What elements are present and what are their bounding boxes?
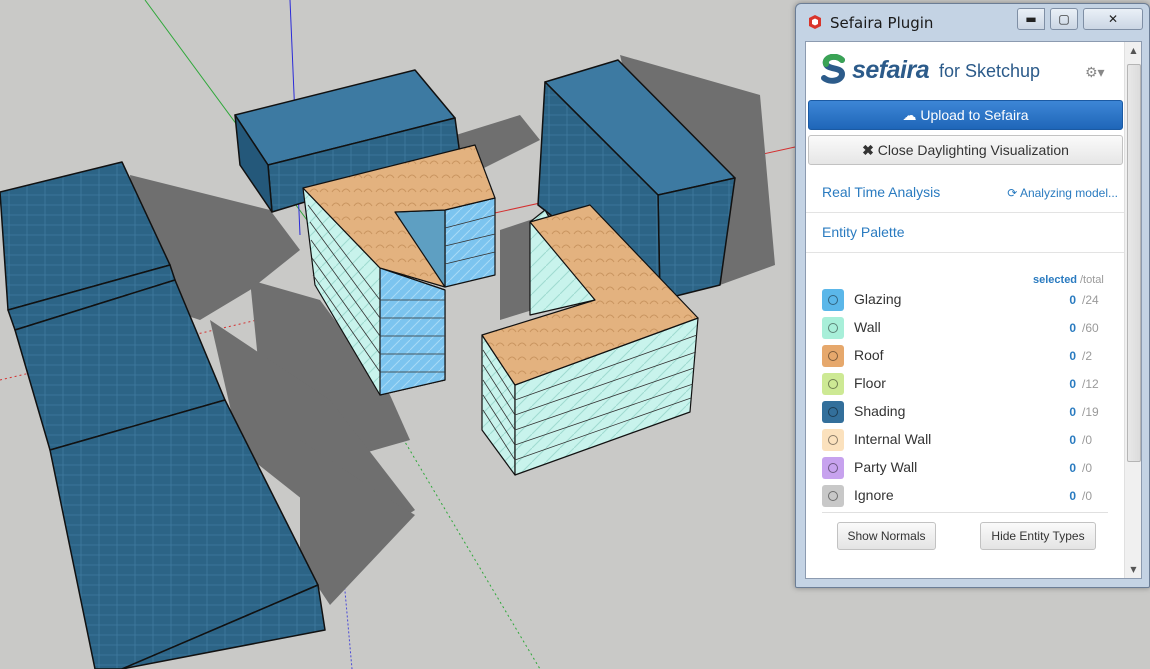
- entity-color-swatch[interactable]: [822, 317, 844, 339]
- entity-visibility-icon: [828, 491, 838, 501]
- window-titlebar[interactable]: Sefaira Plugin ▬ ▢ ✕: [796, 4, 1149, 40]
- window-title: Sefaira Plugin: [830, 14, 934, 32]
- entity-label: Ignore: [854, 487, 894, 503]
- entity-row[interactable]: Party Wall 0/0: [806, 455, 1124, 483]
- cloud-upload-icon: ☁: [902, 107, 917, 123]
- hide-entity-types-button[interactable]: Hide Entity Types: [980, 522, 1096, 550]
- scrollbar-thumb[interactable]: [1127, 64, 1141, 462]
- close-icon: ✖: [862, 142, 874, 158]
- close-visualization-label: Close Daylighting Visualization: [877, 142, 1069, 158]
- scroll-down-arrow[interactable]: ▼: [1125, 561, 1141, 578]
- entity-selected-count: 0: [1069, 349, 1076, 363]
- entity-row[interactable]: Ignore 0/0: [806, 483, 1124, 511]
- entity-label: Wall: [854, 319, 881, 335]
- entity-total-count: /0: [1082, 433, 1093, 447]
- brand-name: sefaira: [852, 56, 930, 84]
- entity-color-swatch[interactable]: [822, 429, 844, 451]
- entity-total-count: /19: [1082, 405, 1099, 419]
- entity-total-count: /0: [1082, 461, 1093, 475]
- entity-row[interactable]: Shading 0/19: [806, 399, 1124, 427]
- entity-selected-count: 0: [1069, 293, 1076, 307]
- entity-row[interactable]: Wall 0/60: [806, 315, 1124, 343]
- minimize-button[interactable]: ▬: [1017, 8, 1045, 30]
- entity-label: Shading: [854, 403, 906, 419]
- entity-label: Glazing: [854, 291, 902, 307]
- plugin-content: sefaira for Sketchup ⚙▾ ☁ Upload to Sefa…: [805, 41, 1142, 579]
- entity-color-swatch[interactable]: [822, 373, 844, 395]
- entity-color-swatch[interactable]: [822, 401, 844, 423]
- scroll-up-arrow[interactable]: ▲: [1125, 42, 1141, 59]
- entity-visibility-icon: [828, 323, 838, 333]
- entity-label: Internal Wall: [854, 431, 932, 447]
- entity-label: Party Wall: [854, 459, 918, 475]
- selected-header: selected: [1033, 274, 1078, 286]
- entity-total-count: /60: [1082, 321, 1099, 335]
- entity-total-count: /12: [1082, 377, 1099, 391]
- entity-total-count: /2: [1082, 349, 1093, 363]
- entity-selected-count: 0: [1069, 405, 1076, 419]
- realtime-analysis-link[interactable]: Real Time Analysis: [822, 184, 940, 200]
- close-icon: ✕: [1107, 12, 1119, 26]
- close-visualization-button[interactable]: ✖ Close Daylighting Visualization: [808, 135, 1123, 165]
- entity-visibility-icon: [828, 379, 838, 389]
- realtime-analysis-row: Real Time Analysis ⟳ Analyzing model...: [806, 174, 1124, 213]
- upload-button[interactable]: ☁ Upload to Sefaira: [808, 100, 1123, 130]
- sefaira-logo-icon: [821, 54, 846, 84]
- analyzing-status: ⟳ Analyzing model...: [1007, 186, 1118, 200]
- show-normals-button[interactable]: Show Normals: [837, 522, 936, 550]
- entity-visibility-icon: [828, 407, 838, 417]
- entity-selected-count: 0: [1069, 377, 1076, 391]
- upload-button-label: Upload to Sefaira: [920, 107, 1029, 123]
- entity-row[interactable]: Floor 0/12: [806, 371, 1124, 399]
- maximize-icon: ▢: [1058, 12, 1070, 26]
- entity-total-count: /0: [1082, 489, 1093, 503]
- entity-label: Roof: [854, 347, 884, 363]
- entity-selected-count: 0: [1069, 433, 1076, 447]
- close-window-button[interactable]: ✕: [1083, 8, 1143, 30]
- entity-color-swatch[interactable]: [822, 485, 844, 507]
- entity-row[interactable]: Internal Wall 0/0: [806, 427, 1124, 455]
- refresh-icon: ⟳: [1007, 186, 1018, 200]
- logo-header: sefaira for Sketchup ⚙▾: [806, 42, 1124, 100]
- gear-icon[interactable]: ⚙▾: [1085, 65, 1105, 81]
- total-header: /total: [1080, 274, 1104, 286]
- entity-selected-count: 0: [1069, 321, 1076, 335]
- divider: [822, 512, 1108, 513]
- entity-selected-count: 0: [1069, 489, 1076, 503]
- entity-visibility-icon: [828, 351, 838, 361]
- minimize-icon: ▬: [1025, 12, 1037, 26]
- entity-visibility-icon: [828, 435, 838, 445]
- entity-row[interactable]: Glazing 0/24: [806, 287, 1124, 315]
- sefaira-plugin-window: Sefaira Plugin ▬ ▢ ✕ sefaira for Sketchu…: [795, 3, 1150, 588]
- brand-suffix: for Sketchup: [939, 61, 1041, 81]
- entity-palette-row: Entity Palette: [806, 214, 1124, 253]
- entity-total-count: /24: [1082, 293, 1099, 307]
- entity-visibility-icon: [828, 295, 838, 305]
- entity-color-swatch[interactable]: [822, 289, 844, 311]
- sketchup-app-icon: [809, 15, 821, 29]
- entity-label: Floor: [854, 375, 886, 391]
- maximize-button[interactable]: ▢: [1050, 8, 1078, 30]
- entity-palette-link[interactable]: Entity Palette: [822, 224, 905, 240]
- entity-visibility-icon: [828, 463, 838, 473]
- entity-color-swatch[interactable]: [822, 457, 844, 479]
- scrollbar[interactable]: ▲ ▼: [1124, 42, 1141, 578]
- entity-row[interactable]: Roof 0/2: [806, 343, 1124, 371]
- entity-selected-count: 0: [1069, 461, 1076, 475]
- entity-color-swatch[interactable]: [822, 345, 844, 367]
